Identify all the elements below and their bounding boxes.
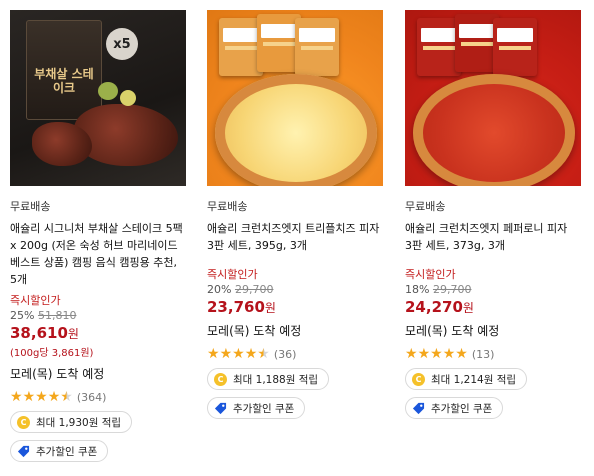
product-image[interactable] [207, 10, 383, 186]
rating: ★ ★ ★ ★ ★ (364) [10, 390, 190, 404]
original-price: 29,700 [432, 283, 472, 296]
vegetable-image [120, 90, 136, 106]
product-card[interactable]: 무료배송 애슐리 크런치즈엣지 페퍼로니 피자 3판 세트, 373g, 3개 … [405, 0, 585, 419]
original-price: 29,700 [234, 283, 274, 296]
instant-discount-label: 즉시할인가 [10, 294, 61, 307]
quantity-badge: x5 [106, 28, 138, 60]
arrival-date: 모레(목) 도착 예정 [207, 324, 302, 338]
product-image[interactable]: 부채살 스테이크 x5 [10, 10, 186, 186]
discount-percent: 25% [10, 309, 35, 322]
points-chip: C 최대 1,214원 적립 [405, 368, 528, 390]
product-card[interactable]: 무료배송 애슐리 크런치즈엣지 트리플치즈 피자 3판 세트, 395g, 3개… [207, 0, 387, 419]
star-icon: ★ [244, 346, 258, 362]
package-image: 부채살 스테이크 [26, 20, 102, 120]
discount-line: 20% 29,700 [207, 283, 387, 296]
price-unit: 원 [67, 327, 79, 341]
product-title[interactable]: 애슐리 크런치즈엣지 페퍼로니 피자 3판 세트, 373g, 3개 [405, 220, 585, 254]
star-icon: ★ [417, 346, 431, 362]
pizza-image [413, 74, 575, 186]
star-icon: ★ [455, 346, 468, 362]
star-icon: ★ [405, 346, 418, 362]
instant-discount-label: 즉시할인가 [207, 268, 258, 281]
sale-price: 38,610원 [10, 324, 190, 342]
product-grid: 부채살 스테이크 x5 무료배송 애슐리 시그니처 부채살 스테이크 5팩 x … [0, 0, 594, 476]
arrival-date: 모레(목) 도착 예정 [10, 367, 105, 381]
review-count: (36) [273, 347, 297, 361]
star-icon: ★ [219, 346, 233, 362]
coupon-text: 추가할인 쿠폰 [431, 402, 493, 415]
price-value: 38,610 [10, 324, 68, 342]
coupon-text: 추가할인 쿠폰 [233, 402, 295, 415]
steak-image [32, 122, 92, 166]
package-title: 부채살 스테이크 [34, 67, 94, 95]
product-title[interactable]: 애슐리 크런치즈엣지 트리플치즈 피자 3판 세트, 395g, 3개 [207, 220, 387, 254]
star-icon: ★ [10, 389, 23, 405]
instant-discount-label: 즉시할인가 [405, 268, 456, 281]
price-value: 23,760 [207, 298, 265, 316]
rating: ★ ★ ★ ★ ★ (13) [405, 347, 585, 361]
star-icon: ★ [22, 389, 36, 405]
price-unit: 원 [264, 301, 276, 315]
product-title[interactable]: 애슐리 시그니처 부채살 스테이크 5팩 x 200g (저온 숙성 허브 마리… [10, 220, 190, 288]
review-count: (364) [76, 390, 107, 404]
coin-icon: C [17, 415, 30, 429]
package-image [493, 18, 537, 76]
unit-price: (100g당 3,861원) [10, 348, 94, 359]
product-card[interactable]: 부채살 스테이크 x5 무료배송 애슐리 시그니처 부채살 스테이크 5팩 x … [10, 0, 190, 462]
star-icon: ★ [207, 346, 220, 362]
coupon-chip[interactable]: 추가할인 쿠폰 [207, 397, 306, 419]
discount-line: 18% 29,700 [405, 283, 585, 296]
star-icon: ★ [430, 346, 443, 362]
coin-icon: C [214, 372, 227, 386]
free-shipping-label: 무료배송 [405, 200, 446, 213]
points-text: 최대 1,188원 적립 [233, 373, 319, 386]
product-image[interactable] [405, 10, 581, 186]
sale-price: 23,760원 [207, 298, 387, 316]
half-star-icon: ★ [60, 389, 73, 405]
steak-image [74, 104, 178, 166]
price-value: 24,270 [405, 298, 463, 316]
free-shipping-label: 무료배송 [207, 200, 248, 213]
discount-percent: 18% [405, 283, 430, 296]
points-chip: C 최대 1,930원 적립 [10, 411, 133, 433]
coin-icon: C [412, 372, 425, 386]
review-count: (13) [471, 347, 495, 361]
pizza-image [215, 74, 377, 186]
original-price: 51,810 [37, 309, 77, 322]
rating: ★ ★ ★ ★ ★ (36) [207, 347, 387, 361]
coupon-tag-icon [214, 402, 227, 414]
coupon-chip[interactable]: 추가할인 쿠폰 [405, 397, 504, 419]
discount-percent: 20% [207, 283, 232, 296]
vegetable-image [98, 82, 118, 100]
star-icon: ★ [232, 346, 245, 362]
star-icon: ★ [47, 389, 61, 405]
coupon-tag-icon [412, 402, 425, 414]
coupon-text: 추가할인 쿠폰 [36, 445, 98, 458]
coupon-chip[interactable]: 추가할인 쿠폰 [10, 440, 109, 462]
points-chip: C 최대 1,188원 적립 [207, 368, 330, 390]
package-image [295, 18, 339, 76]
discount-line: 25% 51,810 [10, 309, 190, 322]
arrival-date: 모레(목) 도착 예정 [405, 324, 500, 338]
sale-price: 24,270원 [405, 298, 585, 316]
half-star-icon: ★ [257, 346, 270, 362]
free-shipping-label: 무료배송 [10, 200, 51, 213]
price-unit: 원 [462, 301, 474, 315]
coupon-tag-icon [17, 445, 30, 457]
points-text: 최대 1,930원 적립 [36, 416, 122, 429]
points-text: 최대 1,214원 적립 [431, 373, 517, 386]
star-icon: ★ [35, 389, 48, 405]
star-icon: ★ [442, 346, 456, 362]
